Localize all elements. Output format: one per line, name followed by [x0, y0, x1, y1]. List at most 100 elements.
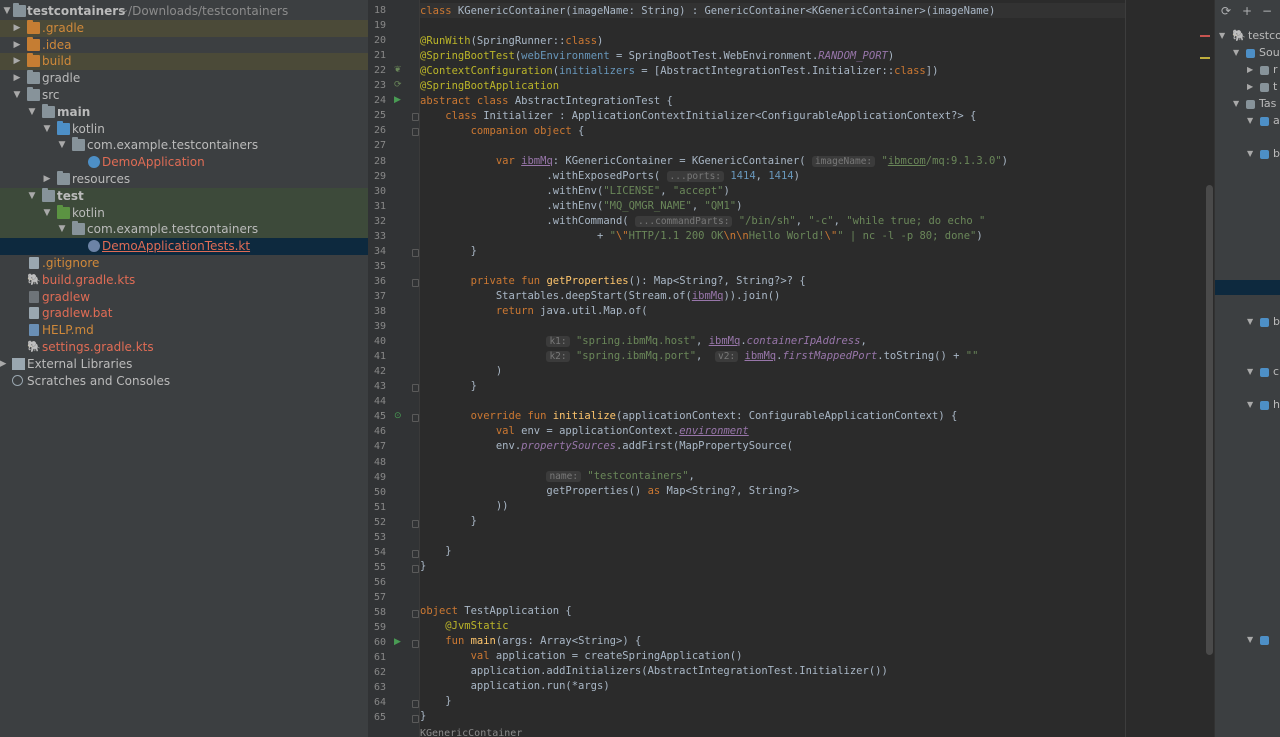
breadcrumb[interactable]: KGenericContainer [420, 728, 522, 737]
chevron-down-icon[interactable]: ▼ [1247, 146, 1253, 162]
gradle-row[interactable]: ▼ [1215, 632, 1280, 648]
tree-item-scratches[interactable]: Scratches and Consoles [0, 373, 368, 390]
tree-item-build[interactable]: ▶ build [0, 53, 368, 71]
fold-marker-icon[interactable] [412, 715, 419, 724]
gradle-row[interactable]: ▼ h [1215, 397, 1280, 413]
tree-item-idea[interactable]: ▶ .idea [0, 36, 368, 54]
code-line-60: fun main(args: Array<String>) { [445, 635, 642, 647]
scrollbar-thumb[interactable] [1206, 185, 1213, 655]
gradle-row[interactable]: ▼ c [1215, 364, 1280, 380]
tree-item-main-kotlin[interactable]: ▼ kotlin [0, 120, 368, 138]
fold-marker-icon[interactable] [412, 278, 419, 287]
tree-item-gradle-hidden[interactable]: ▶ .gradle [0, 19, 368, 37]
chevron-down-icon[interactable]: ▼ [1219, 28, 1225, 44]
tree-item-help-md[interactable]: HELP.md [0, 322, 368, 339]
run-gutter-icon[interactable]: ▶ [394, 95, 401, 105]
chevron-down-icon[interactable]: ▼ [1233, 45, 1239, 61]
chevron-down-icon[interactable]: ▼ [27, 104, 37, 121]
fold-marker-icon[interactable] [412, 610, 419, 618]
chevron-down-icon[interactable]: ▼ [57, 221, 67, 238]
run-gutter-icon[interactable]: ▶ [394, 637, 401, 647]
folder-icon [27, 86, 40, 101]
gradle-row[interactable]: ▼ b [1215, 146, 1280, 162]
chevron-right-icon[interactable]: ▶ [0, 356, 8, 373]
spring-bean-icon[interactable]: ❦ [394, 65, 402, 75]
tree-item-label: test [57, 188, 84, 203]
fold-marker-icon[interactable] [412, 113, 419, 122]
gradle-row[interactable]: ▶ r [1215, 62, 1280, 78]
gradle-row-label: testco [1248, 29, 1280, 42]
minus-icon[interactable]: − [1262, 4, 1272, 18]
chevron-down-icon[interactable]: ▼ [2, 3, 12, 20]
chevron-right-icon[interactable]: ▶ [1247, 79, 1253, 95]
spring-config-icon[interactable]: ⟳ [394, 80, 402, 90]
fold-marker-icon[interactable] [412, 549, 419, 558]
tree-item-gradle[interactable]: ▶ gradle [0, 70, 368, 87]
chevron-down-icon[interactable]: ▼ [1247, 364, 1253, 380]
tree-item-build-gradle[interactable]: 🐘 build.gradle.kts [0, 272, 368, 289]
tree-item-resources[interactable]: ▶ resources [0, 170, 368, 188]
tree-item-gitignore[interactable]: .gitignore [0, 255, 368, 272]
fold-marker-icon[interactable] [412, 128, 419, 137]
chevron-right-icon[interactable]: ▶ [12, 53, 22, 70]
tree-item-external-libraries[interactable]: ▶ External Libraries [0, 356, 368, 373]
chevron-right-icon[interactable]: ▶ [42, 171, 52, 188]
tree-item-settings-gradle[interactable]: 🐘 settings.gradle.kts [0, 339, 368, 356]
gradle-row-label: a [1273, 114, 1280, 127]
chevron-down-icon[interactable]: ▼ [27, 188, 37, 205]
line-number: 56 [373, 576, 386, 588]
chevron-right-icon[interactable]: ▶ [1247, 62, 1253, 78]
tree-item-test[interactable]: ▼ test [0, 187, 368, 205]
gradle-row[interactable]: ▶ t [1215, 79, 1280, 95]
chevron-right-icon[interactable]: ▶ [12, 20, 22, 37]
tree-item-main[interactable]: ▼ main [0, 103, 368, 121]
chevron-right-icon[interactable]: ▶ [12, 70, 22, 87]
chevron-down-icon[interactable]: ▼ [1247, 397, 1253, 413]
gradle-row[interactable]: ▼ Tas [1215, 96, 1280, 112]
chevron-down-icon[interactable]: ▼ [42, 205, 52, 222]
gradle-row[interactable]: ▼ b [1215, 314, 1280, 330]
tree-item-demoapplication[interactable]: DemoApplication [0, 154, 368, 171]
tree-root-row[interactable]: ▼ testcontainers ~/Downloads/testcontain… [0, 3, 368, 20]
fold-marker-icon[interactable] [412, 564, 419, 573]
code-line-29: .withExposedPorts( ...ports: 1414, 1414) [420, 170, 800, 182]
editor-scrollbar[interactable] [1190, 0, 1214, 737]
fold-marker-icon[interactable] [412, 414, 419, 423]
gradle-row[interactable]: ▼ 🐘 testco [1215, 28, 1280, 44]
tree-item-src[interactable]: ▼ src [0, 86, 368, 104]
chevron-down-icon[interactable]: ▼ [12, 87, 22, 104]
line-number: 58 [373, 607, 386, 618]
line-number: 42 [373, 366, 386, 378]
refresh-icon[interactable]: ⟳ [1221, 4, 1231, 18]
warning-stripe[interactable] [1200, 57, 1210, 59]
fold-marker-icon[interactable] [412, 248, 419, 257]
chevron-down-icon[interactable]: ▼ [42, 121, 52, 138]
code-editor[interactable]: class KGenericContainer(imageName: Strin… [420, 0, 1214, 737]
chevron-down-icon[interactable]: ▼ [1247, 632, 1253, 648]
fold-marker-icon[interactable] [412, 640, 419, 649]
line-number: 55 [373, 561, 386, 573]
tree-item-gradlew-bat[interactable]: gradlew.bat [0, 305, 368, 322]
override-gutter-icon[interactable]: ⊙ [394, 411, 402, 421]
chevron-down-icon[interactable]: ▼ [57, 137, 67, 154]
chevron-down-icon[interactable]: ▼ [1247, 113, 1253, 129]
gradle-row[interactable]: ▼ Sou [1215, 45, 1280, 61]
gradle-row[interactable]: ▼ a [1215, 113, 1280, 129]
chevron-down-icon[interactable]: ▼ [1247, 314, 1253, 330]
add-icon[interactable]: + [1242, 4, 1252, 18]
tree-item-label: DemoApplicationTests.kt [102, 239, 251, 254]
fold-marker-icon[interactable] [412, 384, 419, 393]
tree-item-test-package[interactable]: ▼ com.example.testcontainers [0, 221, 368, 239]
fold-marker-icon[interactable] [412, 519, 419, 528]
error-stripe[interactable] [1200, 35, 1210, 37]
chevron-down-icon[interactable]: ▼ [1233, 96, 1239, 112]
gradle-selected-row[interactable] [1215, 280, 1280, 295]
fold-marker-icon[interactable] [412, 700, 419, 709]
tree-item-test-kotlin[interactable]: ▼ kotlin [0, 204, 368, 222]
tree-item-main-package[interactable]: ▼ com.example.testcontainers [0, 137, 368, 154]
code-line-34: } [420, 245, 477, 257]
tree-item-gradlew[interactable]: gradlew [0, 289, 368, 306]
markdown-file-icon [29, 324, 39, 337]
tree-item-demoapplicationtests[interactable]: DemoApplicationTests.kt [0, 238, 368, 255]
chevron-right-icon[interactable]: ▶ [12, 37, 22, 54]
